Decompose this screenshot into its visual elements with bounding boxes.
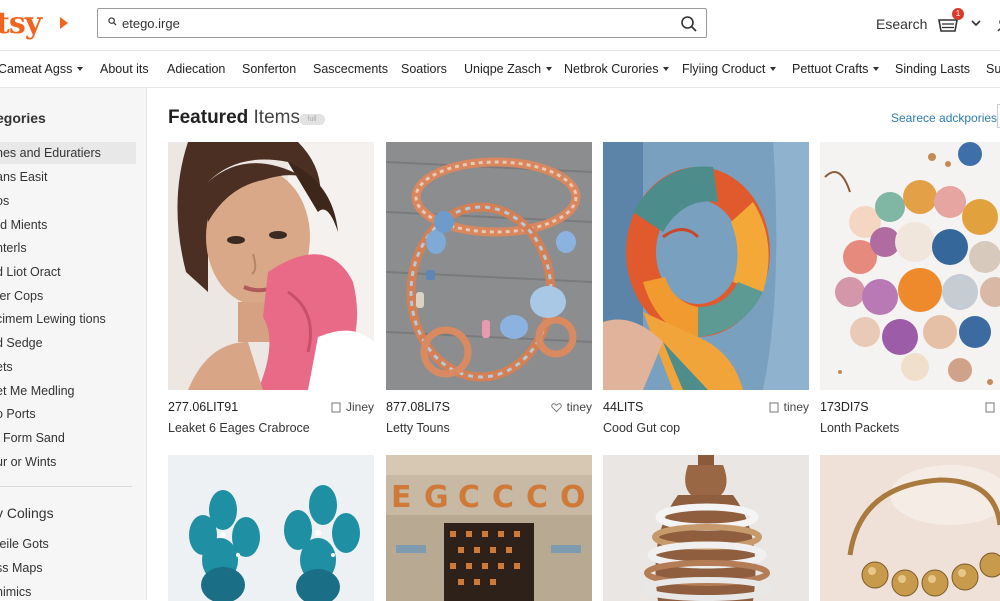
- product-image-yarn-balls[interactable]: [820, 142, 1000, 390]
- sidebar-item[interactable]: os: [0, 194, 9, 208]
- svg-text:G: G: [424, 480, 449, 515]
- product-name[interactable]: Letty Touns: [386, 421, 450, 435]
- sidebar-item[interactable]: ans Easit: [0, 170, 47, 184]
- product-name[interactable]: Leaket 6 Eages Crabroce: [168, 421, 310, 435]
- nav-item[interactable]: Cameat Agss: [0, 62, 84, 76]
- sidebar-item[interactable]: d Sedge: [0, 336, 43, 350]
- sidebar-section-title: y Colings: [0, 505, 54, 521]
- product-shop[interactable]: [985, 400, 1000, 414]
- sidebar-item-active[interactable]: nes and Eduratiers: [0, 142, 136, 164]
- sidebar-item[interactable]: ur or Wints: [0, 455, 56, 469]
- svg-text:E: E: [391, 480, 412, 515]
- product-image-woman-scarf[interactable]: [168, 142, 374, 390]
- search-icon: [108, 17, 117, 26]
- product-shop[interactable]: tiney: [769, 400, 809, 414]
- product-price: 277.06LIT91: [168, 400, 239, 414]
- chevron-down-icon: [546, 67, 553, 71]
- nav-item[interactable]: Adiecation: [167, 62, 225, 76]
- product-image-gold-bracelet[interactable]: [820, 455, 1000, 601]
- header: tsy Esearch 1: [0, 0, 1000, 50]
- sidebar-item[interactable]: ter Cops: [0, 289, 43, 303]
- chevron-down-icon: [770, 67, 777, 71]
- header-link[interactable]: Esearch: [876, 16, 927, 32]
- svg-text:C: C: [492, 480, 514, 515]
- product-image-beaded-necklace[interactable]: [386, 142, 592, 390]
- svg-text:C: C: [458, 480, 480, 515]
- sidebar-item[interactable]: et Me Medling: [0, 384, 75, 398]
- sidebar-item[interactable]: o Ports: [0, 407, 36, 421]
- category-sidebar: egories nes and Eduratiers ans Easit os …: [0, 88, 147, 600]
- product-price: 44LITS: [603, 400, 644, 414]
- search-input[interactable]: [122, 13, 662, 33]
- nav-item[interactable]: About its: [100, 62, 149, 76]
- nav-item[interactable]: Pettuot Crafts: [792, 62, 880, 76]
- sidebar-item[interactable]: rd Mients: [0, 218, 47, 232]
- sidebar-item[interactable]: nimics: [0, 585, 31, 599]
- product-image-teal-earrings[interactable]: [168, 455, 374, 601]
- cart-count-badge: 1: [952, 8, 964, 20]
- sidebar-item[interactable]: nterls: [0, 241, 27, 255]
- sidebar-divider: [0, 486, 132, 487]
- nav-item[interactable]: Su: [986, 62, 1000, 76]
- nav-item[interactable]: Sonferton: [242, 62, 296, 76]
- nav-item[interactable]: Soatiors: [401, 62, 447, 76]
- svg-text:C: C: [526, 480, 548, 515]
- category-nav: Cameat Agss About its Adiecation Sonfert…: [0, 50, 1000, 88]
- chevron-down-icon: [663, 67, 670, 71]
- product-price: 173DI7S: [820, 400, 869, 414]
- product-image-knitted-scarf[interactable]: [603, 142, 809, 390]
- svg-text:O: O: [560, 480, 586, 515]
- bookmark-icon: [769, 402, 779, 413]
- sidebar-item[interactable]: d Liot Oract: [0, 265, 61, 279]
- product-name[interactable]: Lonth Packets: [820, 421, 899, 435]
- bookmark-icon: [985, 402, 995, 413]
- product-image-bracelets[interactable]: [603, 455, 809, 601]
- sidebar-item[interactable]: feile Gots: [0, 537, 49, 551]
- see-more-link[interactable]: Searece adckpories: [891, 111, 997, 125]
- sidebar-item[interactable]: cimem Lewing tions: [0, 312, 106, 326]
- chevron-down-icon[interactable]: [970, 17, 982, 29]
- search-button-icon[interactable]: [678, 13, 700, 35]
- etsy-logo[interactable]: tsy: [0, 6, 42, 41]
- section-title: Featured Items: [168, 107, 300, 128]
- logo-caret-icon: [60, 17, 68, 29]
- nav-item[interactable]: Uniqpe Zasch: [464, 62, 553, 76]
- product-price: 877.08LI7S: [386, 400, 450, 414]
- product-shop[interactable]: tiney: [550, 400, 592, 414]
- heart-icon: [550, 403, 562, 413]
- chevron-down-icon: [873, 67, 880, 71]
- user-icon[interactable]: [995, 14, 1000, 34]
- sidebar-title: egories: [0, 110, 46, 126]
- chevron-down-icon: [77, 67, 84, 71]
- sidebar-item[interactable]: t Form Sand: [0, 431, 65, 445]
- sidebar-item[interactable]: ets: [0, 360, 13, 374]
- nav-item[interactable]: Flyiing Croduct: [682, 62, 777, 76]
- nav-item[interactable]: Sinding Lasts: [895, 62, 970, 76]
- nav-item[interactable]: Sascecments: [313, 62, 388, 76]
- product-name[interactable]: Cood Gut cop: [603, 421, 680, 435]
- sidebar-item[interactable]: ss Maps: [0, 561, 43, 575]
- product-image-woven-textile[interactable]: EGC CCO: [386, 455, 592, 601]
- search-bar[interactable]: [97, 8, 707, 38]
- product-shop[interactable]: Jiney: [331, 400, 374, 414]
- nav-item[interactable]: Netbrok Curories: [564, 62, 670, 76]
- section-pill: full: [299, 114, 325, 125]
- bookmark-icon: [331, 402, 341, 413]
